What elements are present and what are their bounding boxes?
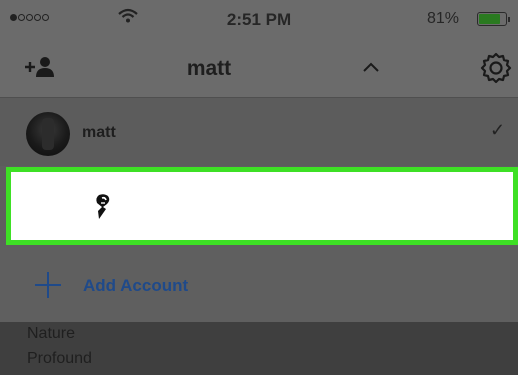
add-account-row[interactable]: Add Account <box>0 246 518 322</box>
cursor-icon <box>93 193 115 226</box>
plus-icon <box>34 271 62 304</box>
avatar <box>26 112 70 156</box>
chevron-up-icon[interactable] <box>362 60 380 78</box>
header-username[interactable]: matt <box>0 57 418 81</box>
highlighted-row[interactable] <box>6 167 518 245</box>
gear-icon[interactable] <box>480 52 512 89</box>
background-list: Nature Profound <box>0 322 518 375</box>
checkmark-icon: ✓ <box>490 120 506 140</box>
list-item[interactable]: Profound <box>27 350 92 368</box>
list-item[interactable]: Nature <box>27 325 75 343</box>
battery-icon <box>477 12 510 26</box>
status-bar: 2:51 PM 81% <box>0 0 518 40</box>
account-header: matt <box>0 40 518 98</box>
account-row-matt[interactable]: matt ✓ <box>0 98 518 166</box>
account-name: matt <box>82 124 116 141</box>
battery-percent: 81% <box>427 10 460 27</box>
add-account-label: Add Account <box>83 276 189 295</box>
